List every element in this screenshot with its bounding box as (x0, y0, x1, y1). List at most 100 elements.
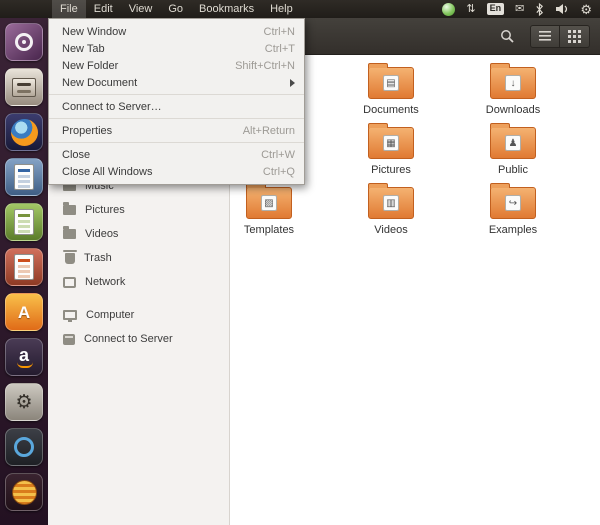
network-sync-icon[interactable]: ⇅ (466, 4, 475, 15)
launcher-item-dash-home[interactable] (5, 23, 43, 61)
menu-item-shortcut: Ctrl+N (264, 26, 295, 38)
launcher-item-web-browser[interactable] (5, 428, 43, 466)
launcher-item-libreoffice-writer[interactable] (5, 158, 43, 196)
gear-icon: ⚙ (15, 393, 32, 412)
top-panel: File Edit View Go Bookmarks Help ⇅ En ✉ … (0, 0, 600, 18)
impress-presentation-icon (14, 254, 34, 280)
menu-item-connect-to-server[interactable]: Connect to Server… (49, 98, 304, 115)
volume-icon[interactable] (555, 3, 569, 15)
menu-bookmarks[interactable]: Bookmarks (191, 0, 262, 18)
menu-separator (49, 142, 304, 143)
software-center-icon: A (18, 304, 30, 321)
public-emblem-icon: ♟ (505, 135, 521, 151)
sidebar-item-label: Pictures (85, 204, 125, 216)
menu-item-new-folder[interactable]: New Folder Shift+Ctrl+N (49, 57, 304, 74)
ubuntu-logo-icon (15, 33, 33, 51)
menu-item-label: Close All Windows (62, 166, 152, 178)
folder-icon: ▨ (246, 187, 292, 219)
folder-icon: ↪ (490, 187, 536, 219)
session-gear-icon[interactable]: ⚙ (580, 3, 592, 16)
menu-item-label: New Tab (62, 43, 105, 55)
menu-item-new-document[interactable]: New Document (49, 74, 304, 91)
launcher-item-workspace[interactable] (5, 473, 43, 511)
menu-separator (49, 118, 304, 119)
messages-indicator-icon[interactable] (442, 3, 455, 16)
list-view-button[interactable] (530, 25, 560, 48)
downloads-emblem-icon: ↓ (505, 75, 521, 91)
menu-item-properties[interactable]: Properties Alt+Return (49, 122, 304, 139)
sidebar-item-connect-to-server[interactable]: Connect to Server (48, 327, 229, 351)
sidebar-item-videos[interactable]: Videos (48, 222, 229, 246)
file-item-videos[interactable]: ▥ Videos (346, 181, 436, 236)
file-menu-dropdown: New Window Ctrl+N New Tab Ctrl+T New Fol… (48, 18, 305, 185)
videos-emblem-icon: ▥ (383, 195, 399, 211)
menu-item-shortcut: Shift+Ctrl+N (235, 60, 295, 72)
file-name: Pictures (346, 164, 436, 176)
bluetooth-icon[interactable] (535, 3, 544, 16)
menu-item-label: Close (62, 149, 90, 161)
folder-icon: ▤ (368, 67, 414, 99)
documents-emblem-icon: ▤ (383, 75, 399, 91)
menu-item-new-window[interactable]: New Window Ctrl+N (49, 23, 304, 40)
file-item-examples[interactable]: ↪ Examples (468, 181, 558, 236)
file-name: Examples (468, 224, 558, 236)
examples-emblem-icon: ↪ (505, 195, 521, 211)
launcher-bar: A a ⚙ (0, 18, 48, 525)
view-toggle (530, 25, 590, 48)
keyboard-layout-indicator[interactable]: En (487, 3, 505, 15)
folder-icon (63, 229, 76, 239)
launcher-item-firefox[interactable] (5, 113, 43, 151)
menu-item-shortcut: Ctrl+T (265, 43, 295, 55)
grid-view-button[interactable] (560, 25, 590, 48)
file-item-pictures[interactable]: ▦ Pictures (346, 121, 436, 176)
sidebar-item-trash[interactable]: Trash (48, 246, 229, 270)
computer-icon (63, 310, 77, 320)
menu-item-shortcut: Ctrl+Q (263, 166, 295, 178)
file-item-public[interactable]: ♟ Public (468, 121, 558, 176)
file-name: Videos (346, 224, 436, 236)
folder-icon: ▥ (368, 187, 414, 219)
menu-item-new-tab[interactable]: New Tab Ctrl+T (49, 40, 304, 57)
launcher-item-libreoffice-impress[interactable] (5, 248, 43, 286)
menu-item-close[interactable]: Close Ctrl+W (49, 146, 304, 163)
launcher-item-amazon[interactable]: a (5, 338, 43, 376)
sidebar-item-network[interactable]: Network (48, 270, 229, 294)
sidebar-item-label: Computer (86, 309, 134, 321)
file-item-documents[interactable]: ▤ Documents (346, 61, 436, 116)
search-icon[interactable] (500, 29, 514, 43)
folder-icon: ↓ (490, 67, 536, 99)
sidebar-item-label: Videos (85, 228, 118, 240)
menu-item-shortcut: Ctrl+W (261, 149, 295, 161)
sidebar-item-pictures[interactable]: Pictures (48, 198, 229, 222)
launcher-item-system-settings[interactable]: ⚙ (5, 383, 43, 421)
menu-item-close-all-windows[interactable]: Close All Windows Ctrl+Q (49, 163, 304, 180)
menu-file[interactable]: File (52, 0, 86, 18)
launcher-item-libreoffice-calc[interactable] (5, 203, 43, 241)
file-item-templates[interactable]: ▨ Templates (224, 181, 314, 236)
sidebar-item-label: Connect to Server (84, 333, 173, 345)
file-name: Templates (224, 224, 314, 236)
system-tray: ⇅ En ✉ ⚙ (442, 3, 600, 16)
writer-document-icon (14, 164, 34, 190)
amazon-smile-icon (17, 362, 33, 368)
file-name: Downloads (468, 104, 558, 116)
sidebar-item-computer[interactable]: Computer (48, 303, 229, 327)
file-item-downloads[interactable]: ↓ Downloads (468, 61, 558, 116)
menu-item-label: New Window (62, 26, 126, 38)
workspace-icon (12, 480, 37, 505)
menu-item-label: Properties (62, 125, 112, 137)
global-menu: File Edit View Go Bookmarks Help (52, 0, 301, 18)
browser-ring-icon (14, 437, 34, 457)
menu-item-label: New Folder (62, 60, 118, 72)
mail-icon[interactable]: ✉ (515, 4, 524, 15)
menu-view[interactable]: View (121, 0, 161, 18)
menu-separator (49, 94, 304, 95)
templates-emblem-icon: ▨ (261, 195, 277, 211)
folder-icon: ▦ (368, 127, 414, 159)
launcher-item-files[interactable] (5, 68, 43, 106)
submenu-arrow-icon (290, 79, 295, 87)
menu-help[interactable]: Help (262, 0, 301, 18)
launcher-item-software-center[interactable]: A (5, 293, 43, 331)
menu-edit[interactable]: Edit (86, 0, 121, 18)
menu-go[interactable]: Go (160, 0, 191, 18)
